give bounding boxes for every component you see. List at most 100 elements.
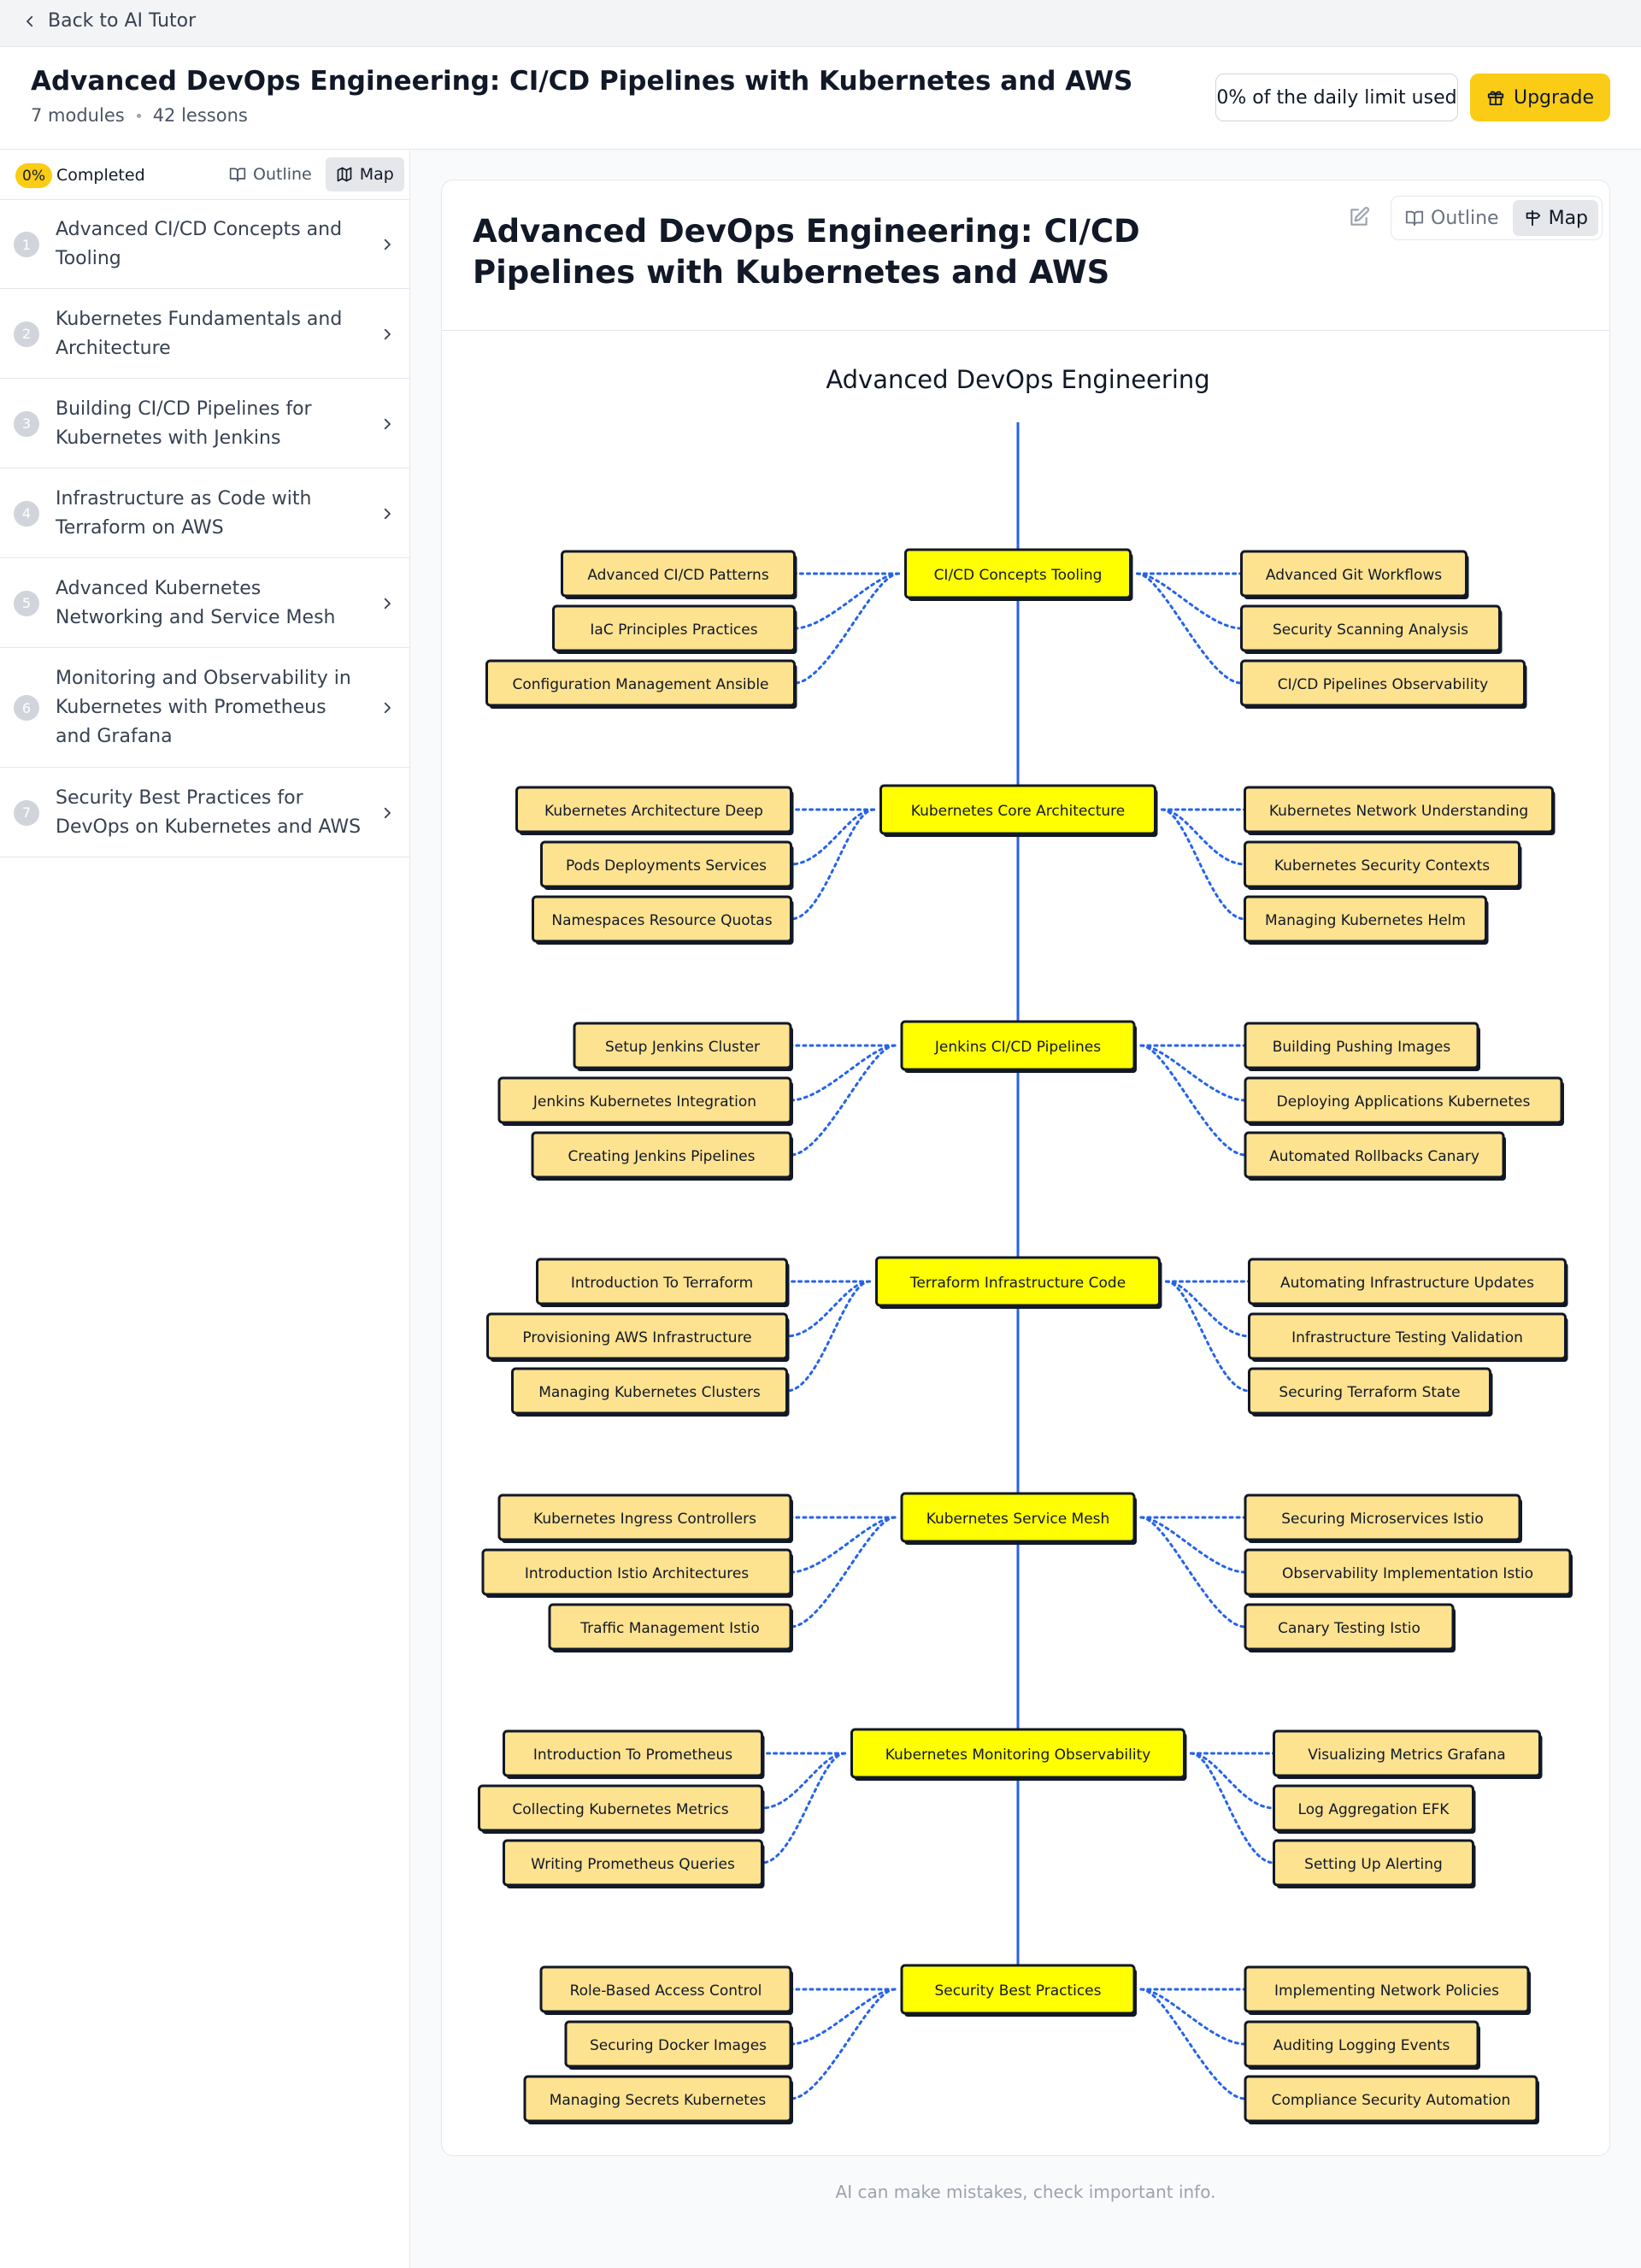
mindmap-module-label: Security Best Practices xyxy=(934,1982,1101,2000)
mindmap-lesson-node: Observability Implementation Istio xyxy=(1244,1548,1573,1598)
module-number: 2 xyxy=(14,321,39,347)
chevron-right-icon xyxy=(384,807,391,818)
mindmap-lesson-label: Kubernetes Security Contexts xyxy=(1274,857,1490,875)
module-item[interactable]: 7 Security Best Practices for DevOps on K… xyxy=(0,768,409,857)
mindmap-lesson-node: Jenkins Kubernetes Integration xyxy=(497,1076,793,1126)
chevron-right-icon xyxy=(384,702,391,714)
mindmap-lesson-label: Kubernetes Ingress Controllers xyxy=(533,1511,756,1528)
module-label: Advanced CI/CD Concepts and Tooling xyxy=(56,219,343,269)
mindmap-lesson-node: Security Scanning Analysis xyxy=(1240,604,1503,654)
mindmap-lesson-node: Managing Secrets Kubernetes xyxy=(523,2075,793,2124)
mindmap-lesson-label: Collecting Kubernetes Metrics xyxy=(512,1801,728,1818)
sidebar-outline-tab[interactable]: Outline xyxy=(219,157,322,191)
mindmap-lesson-label: Advanced CI/CD Patterns xyxy=(587,567,769,584)
mindmap-lesson-node: Advanced CI/CD Patterns xyxy=(561,550,797,599)
module-number: 3 xyxy=(14,410,39,437)
mindmap-connector xyxy=(793,572,900,685)
mindmap-lesson-label: Canary Testing Istio xyxy=(1278,1620,1420,1637)
mindmap-lesson-node: Kubernetes Security Contexts xyxy=(1244,840,1522,890)
mindmap-lesson-node: Setting Up Alerting xyxy=(1273,1839,1476,1888)
module-number: 5 xyxy=(14,590,39,616)
mindmap-module-label: Terraform Infrastructure Code xyxy=(909,1275,1126,1292)
module-number: 7 xyxy=(14,799,39,826)
module-label: Monitoring and Observability in Kubernet… xyxy=(56,668,351,747)
mindmap-connector xyxy=(1136,572,1243,630)
mindmap-lesson-node: Infrastructure Testing Validation xyxy=(1248,1312,1568,1362)
mindmap-lesson-label: Managing Kubernetes Clusters xyxy=(538,1384,761,1401)
mindmap-lesson-label: Auditing Logging Events xyxy=(1273,2037,1450,2054)
mindmap-lesson-node: Kubernetes Ingress Controllers xyxy=(497,1493,793,1543)
chevron-left-icon xyxy=(26,15,33,27)
disclaimer-note: AI can make mistakes, check important in… xyxy=(835,2182,1216,2202)
mindmap-lesson-label: Namespaces Resource Quotas xyxy=(551,912,772,929)
mindmap-lesson-node: Introduction Istio Architectures xyxy=(481,1548,793,1598)
mindmap-lesson-label: Kubernetes Architecture Deep xyxy=(544,803,763,820)
mindmap-lesson-label: Writing Prometheus Queries xyxy=(531,1856,735,1873)
upgrade-button[interactable]: Upgrade xyxy=(1470,74,1610,121)
completed-label: Completed xyxy=(56,166,145,185)
mindmap-lesson-label: IaC Principles Practices xyxy=(590,621,757,639)
mindmap-lesson-label: Configuration Management Ansible xyxy=(512,676,768,693)
mindmap-lesson-node: Setup Jenkins Cluster xyxy=(573,1022,793,1071)
chevron-right-icon xyxy=(384,508,391,519)
back-link[interactable]: Back to AI Tutor xyxy=(22,10,196,32)
mindmap-lesson-label: Observability Implementation Istio xyxy=(1282,1565,1533,1582)
mindmap-module-node: Security Best Practices xyxy=(900,1964,1137,2017)
sidebar-map-tab[interactable]: Map xyxy=(325,157,404,191)
mindmap-connector xyxy=(1190,1752,1275,1864)
module-label: Advanced Kubernetes Networking and Servi… xyxy=(56,577,336,628)
back-link-label: Back to AI Tutor xyxy=(48,10,197,32)
mindmap-lesson-label: Building Pushing Images xyxy=(1273,1039,1451,1056)
mindmap-lesson-label: Securing Microservices Istio xyxy=(1281,1511,1484,1528)
module-sidebar: 0% Completed Outline Map 1 Advanced CI/CD… xyxy=(0,150,410,2268)
mindmap: Advanced DevOps Engineering Advanced CI/C… xyxy=(478,365,1573,2124)
mindmap-connector xyxy=(793,572,900,630)
mindmap-connector xyxy=(1136,572,1243,685)
module-item[interactable]: 5 Advanced Kubernetes Networking and Serv… xyxy=(0,558,409,648)
modules-count: 7 modules xyxy=(31,105,125,126)
mindmap-lesson-node: IaC Principles Practices xyxy=(552,604,797,654)
mindmap-lesson-label: Infrastructure Testing Validation xyxy=(1291,1329,1523,1346)
mindmap-connector xyxy=(1139,1044,1247,1102)
progress-badge: 0% xyxy=(15,163,52,188)
module-item[interactable]: 1 Advanced CI/CD Concepts and Tooling xyxy=(0,200,409,289)
mindmap-lesson-label: Introduction To Prometheus xyxy=(533,1747,732,1764)
mindmap-lesson-label: Role-Based Access Control xyxy=(570,1982,762,2000)
mindmap-lesson-label: Securing Terraform State xyxy=(1279,1384,1460,1401)
book-open-icon xyxy=(1405,210,1424,227)
mindmap-module-node: Jenkins CI/CD Pipelines xyxy=(900,1020,1137,1073)
module-item[interactable]: 3 Building CI/CD Pipelines for Kubernetes… xyxy=(0,379,409,468)
module-label: Building CI/CD Pipelines for Kubernetes … xyxy=(56,398,312,449)
mindmap-lesson-node: Securing Microservices Istio xyxy=(1244,1493,1522,1543)
mindmap-lesson-node: Introduction To Terraform xyxy=(536,1258,790,1307)
mindmap-module-label: Jenkins CI/CD Pipelines xyxy=(934,1039,1101,1056)
mindmap-module-node: Kubernetes Service Mesh xyxy=(900,1492,1137,1545)
mindmap-lesson-label: Compliance Security Automation xyxy=(1272,2092,1511,2109)
sidebar-map-label: Map xyxy=(359,165,394,184)
card-outline-tab[interactable]: Outline xyxy=(1395,200,1509,236)
mindmap-lesson-node: Writing Prometheus Queries xyxy=(503,1839,765,1888)
mindmap-lesson-label: Kubernetes Network Understanding xyxy=(1269,803,1528,820)
mindmap-lesson-node: Building Pushing Images xyxy=(1244,1022,1480,1071)
mindmap-lesson-node: Role-Based Access Control xyxy=(539,1965,793,2015)
mindmap-lesson-label: Implementing Network Policies xyxy=(1274,1982,1499,2000)
mindmap-lesson-node: Namespaces Resource Quotas xyxy=(532,895,794,945)
mindmap-lesson-node: Log Aggregation EFK xyxy=(1273,1784,1476,1834)
module-number: 4 xyxy=(14,500,39,527)
module-item[interactable]: 2 Kubernetes Fundamentals and Architectur… xyxy=(0,289,409,379)
mindmap-lesson-label: Setting Up Alerting xyxy=(1304,1856,1443,1873)
mindmap-connector xyxy=(789,1516,897,1574)
course-title: Advanced DevOps Engineering: CI/CD Pipel… xyxy=(31,66,1133,97)
mindmap-module-node: Kubernetes Core Architecture xyxy=(879,784,1158,837)
mindmap-lesson-node: Automating Infrastructure Updates xyxy=(1248,1258,1568,1307)
card-map-tab[interactable]: Map xyxy=(1512,200,1599,236)
mindmap-lesson-node: Canary Testing Istio xyxy=(1244,1603,1456,1652)
module-item[interactable]: 6 Monitoring and Observability in Kuberne… xyxy=(0,648,409,768)
mindmap-connector xyxy=(789,1988,897,2046)
mindmap-lesson-node: Kubernetes Network Understanding xyxy=(1244,786,1556,835)
mindmap-lesson-node: Visualizing Metrics Grafana xyxy=(1273,1729,1543,1779)
mindmap-module-node: CI/CD Concepts Tooling xyxy=(904,548,1133,601)
module-item[interactable]: 4 Infrastructure as Code with Terraform o… xyxy=(0,468,409,558)
edit-icon[interactable] xyxy=(1348,206,1370,228)
mindmap-connector xyxy=(1139,1044,1247,1157)
